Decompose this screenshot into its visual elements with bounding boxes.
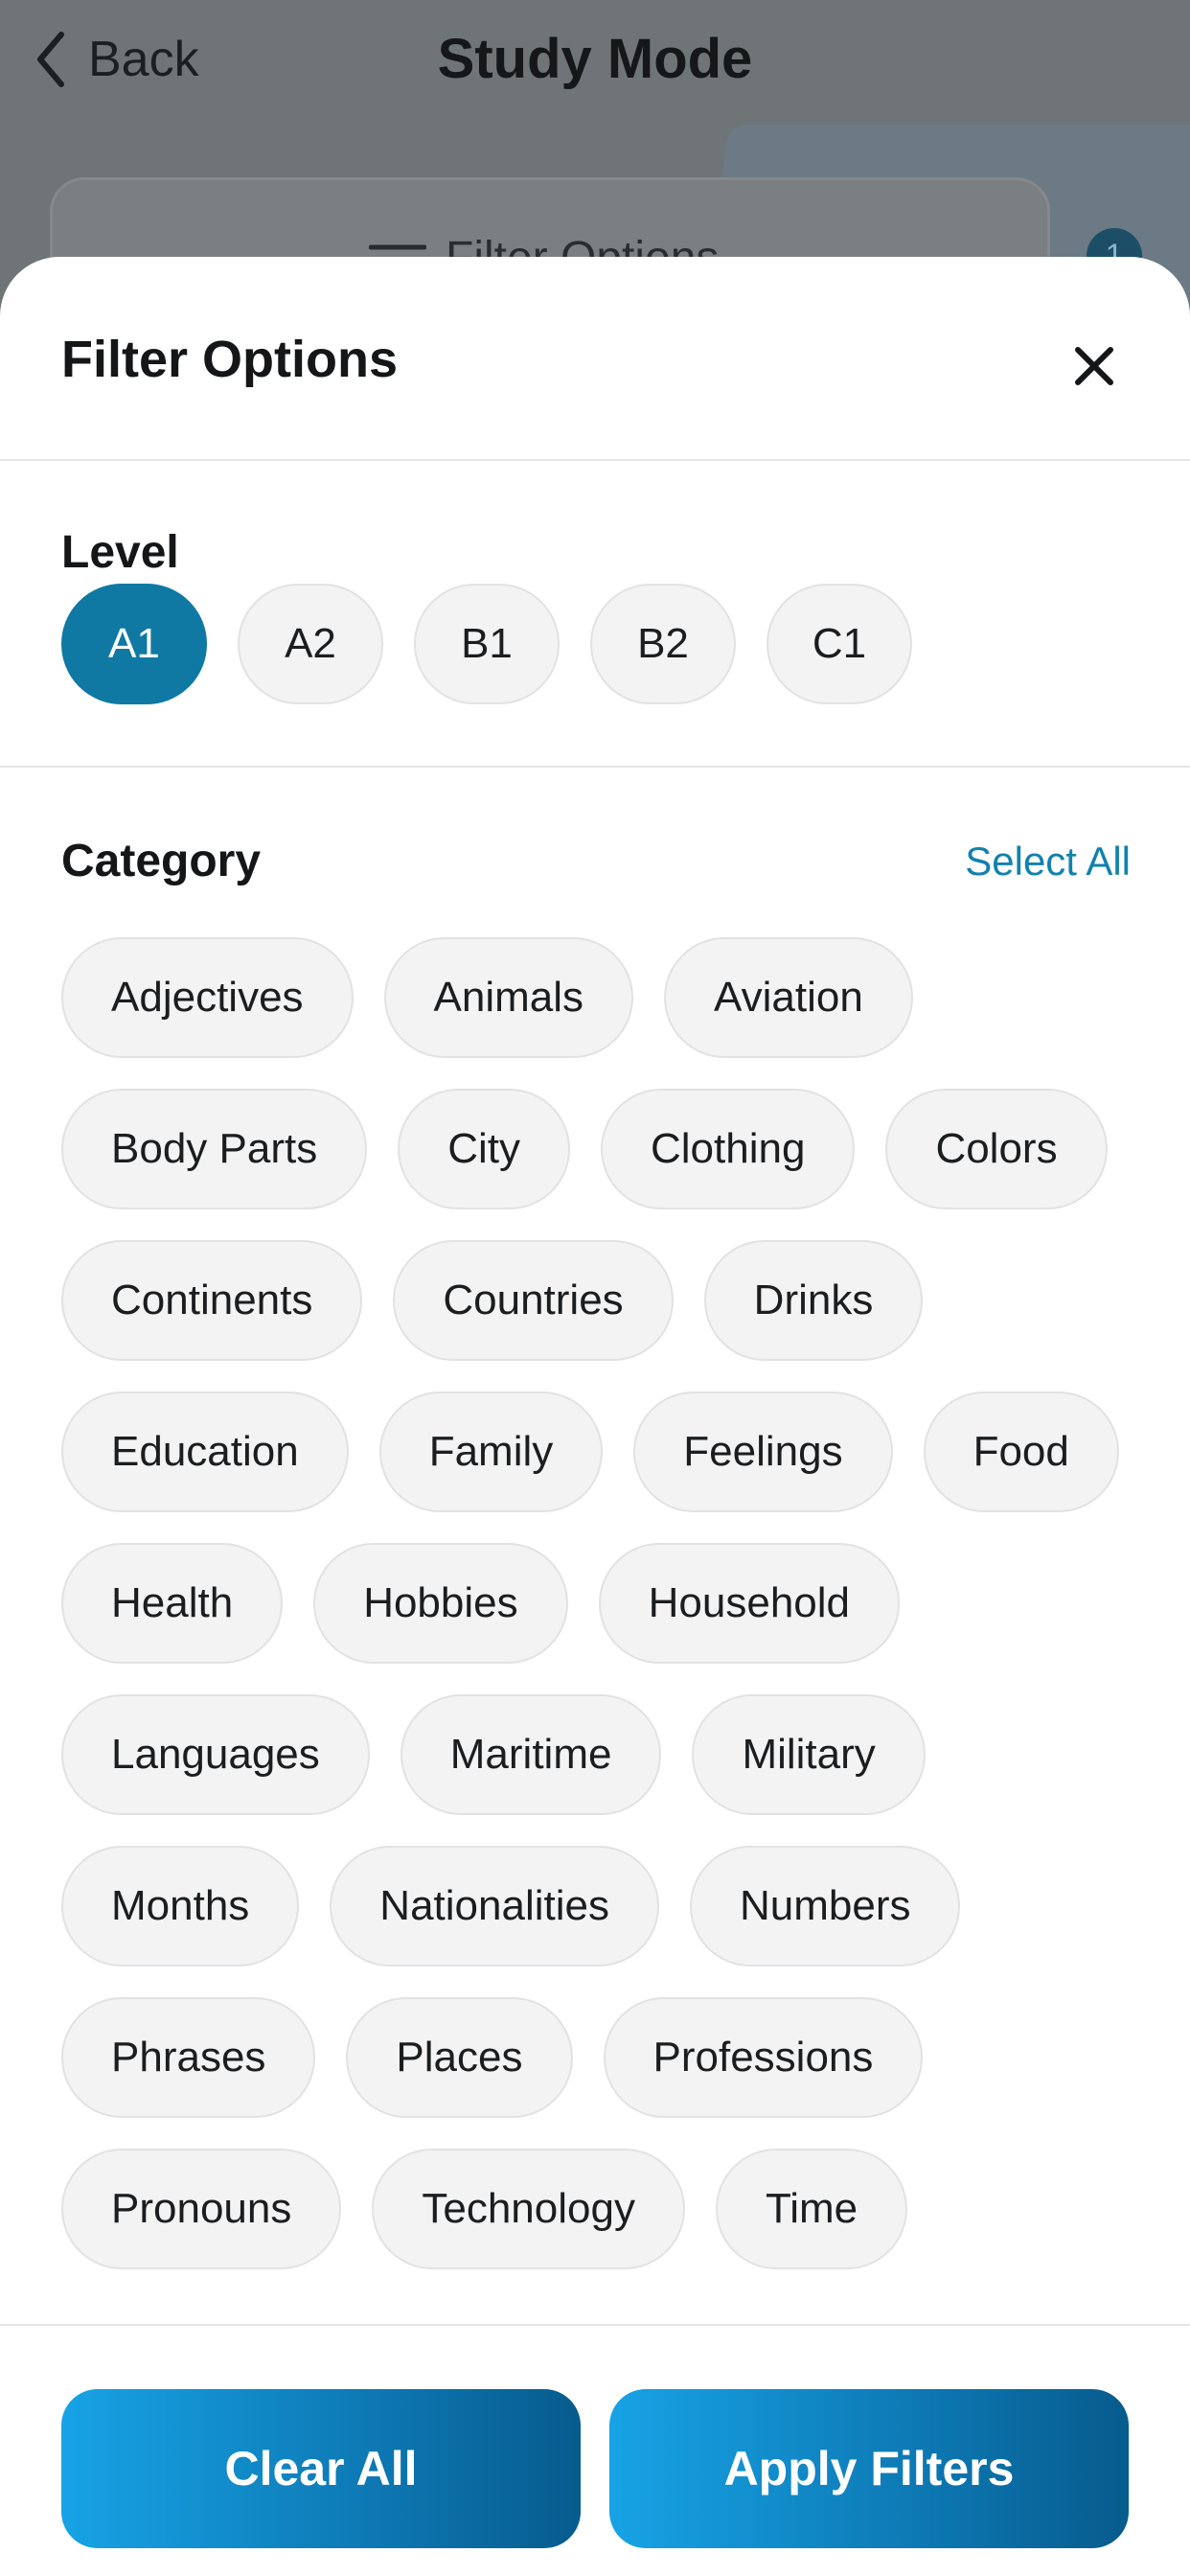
clear-all-button[interactable]: Clear All xyxy=(61,2389,581,2548)
category-chip-health[interactable]: Health xyxy=(61,1543,284,1664)
level-chip-c1[interactable]: C1 xyxy=(767,584,912,704)
category-chip-continents[interactable]: Continents xyxy=(61,1240,363,1361)
category-label: Category xyxy=(61,836,262,886)
level-options: A1 A2 B1 B2 C1 xyxy=(61,584,912,704)
category-chip-military[interactable]: Military xyxy=(692,1694,926,1815)
category-chip-maritime[interactable]: Maritime xyxy=(400,1694,662,1815)
category-chip-city[interactable]: City xyxy=(398,1089,570,1209)
category-chip-drinks[interactable]: Drinks xyxy=(703,1240,924,1361)
select-all-link[interactable]: Select All xyxy=(965,839,1131,885)
category-chip-pronouns[interactable]: Pronouns xyxy=(61,2149,342,2269)
category-chip-aviation[interactable]: Aviation xyxy=(664,937,913,1058)
category-chip-months[interactable]: Months xyxy=(61,1846,300,1966)
category-chip-household[interactable]: Household xyxy=(598,1543,900,1664)
category-chip-phrases[interactable]: Phrases xyxy=(61,1997,316,2118)
level-label: Level xyxy=(61,527,179,578)
filter-sheet: Filter Options Level A1 A2 B1 B2 C1 Category… xyxy=(0,257,1190,2576)
category-chip-family[interactable]: Family xyxy=(378,1392,604,1512)
category-chip-body-parts[interactable]: Body Parts xyxy=(61,1089,368,1209)
category-chip-countries[interactable]: Countries xyxy=(393,1240,674,1361)
category-chip-colors[interactable]: Colors xyxy=(885,1089,1108,1209)
close-button[interactable] xyxy=(1064,335,1125,397)
level-chip-b1[interactable]: B1 xyxy=(414,584,560,704)
category-row: Phrases Places Professions xyxy=(61,1997,1134,2118)
apply-filters-button[interactable]: Apply Filters xyxy=(609,2389,1129,2548)
sheet-footer: Clear All Apply Filters xyxy=(0,2324,1190,2576)
close-icon xyxy=(1075,347,1113,385)
category-chip-professions[interactable]: Professions xyxy=(603,1997,924,2118)
page-title: Study Mode xyxy=(437,28,753,90)
level-section: Level A1 A2 B1 B2 C1 xyxy=(0,461,1190,768)
category-chip-time[interactable]: Time xyxy=(715,2149,908,2269)
category-section: Category Select All Adjectives Animals Avi… xyxy=(0,770,1190,2322)
category-row: Continents Countries Drinks xyxy=(61,1240,1134,1361)
category-chip-animals[interactable]: Animals xyxy=(383,937,634,1058)
category-chip-languages[interactable]: Languages xyxy=(61,1694,370,1815)
category-chip-numbers[interactable]: Numbers xyxy=(689,1846,961,1966)
category-chip-adjectives[interactable]: Adjectives xyxy=(61,937,354,1058)
category-row: Health Hobbies Household xyxy=(61,1543,1134,1664)
category-row: Body Parts City Clothing Colors xyxy=(61,1089,1134,1209)
navigation-bar: Back Study Mode xyxy=(0,0,1190,125)
category-chip-food[interactable]: Food xyxy=(923,1392,1119,1512)
sheet-header: Filter Options xyxy=(0,257,1190,461)
category-row: Languages Maritime Military xyxy=(61,1694,1134,1815)
category-chip-feelings[interactable]: Feelings xyxy=(633,1392,893,1512)
category-row: Months Nationalities Numbers xyxy=(61,1846,1134,1966)
level-chip-b2[interactable]: B2 xyxy=(590,584,736,704)
category-chip-technology[interactable]: Technology xyxy=(372,2149,685,2269)
category-row: Education Family Feelings Food xyxy=(61,1392,1134,1512)
level-chip-a2[interactable]: A2 xyxy=(238,584,383,704)
category-chip-nationalities[interactable]: Nationalities xyxy=(330,1846,659,1966)
category-row: Adjectives Animals Aviation xyxy=(61,937,1134,1058)
category-row: Pronouns Technology Time xyxy=(61,2149,1134,2269)
category-chip-clothing[interactable]: Clothing xyxy=(601,1089,856,1209)
category-chip-places[interactable]: Places xyxy=(346,1997,573,2118)
category-chip-education[interactable]: Education xyxy=(61,1392,349,1512)
level-chip-a1[interactable]: A1 xyxy=(61,584,207,704)
category-options: Adjectives Animals Aviation Body Parts City C… xyxy=(61,937,1134,2300)
sheet-title: Filter Options xyxy=(61,331,398,388)
category-chip-hobbies[interactable]: Hobbies xyxy=(313,1543,568,1664)
